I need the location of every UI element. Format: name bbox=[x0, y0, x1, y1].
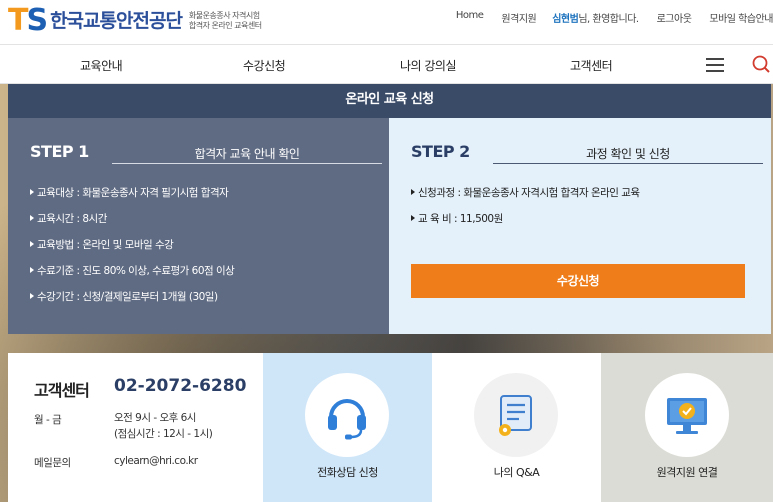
nav-item-enroll[interactable]: 수강신청 bbox=[243, 57, 286, 74]
document-icon bbox=[499, 395, 532, 436]
apply-title-bar: 온라인 교육 신청 bbox=[8, 84, 771, 118]
phone-consult-circle bbox=[305, 373, 389, 457]
monitor-check-icon bbox=[667, 398, 707, 434]
user-greeting: 심현범님, 환영합니다. bbox=[552, 10, 639, 25]
logo-org-name: 한국교통안전공단 bbox=[50, 10, 183, 32]
list-item: 수료기준 : 진도 80% 이상, 수료평가 60점 이상 bbox=[30, 258, 235, 284]
customer-phone: 02-2072-6280 bbox=[114, 376, 247, 396]
list-item: 신청과정 : 화물운송종사 자격시험 합격자 온라인 교육 bbox=[411, 180, 640, 206]
hamburger-icon[interactable] bbox=[706, 58, 724, 72]
search-icon[interactable] bbox=[752, 55, 770, 73]
my-qna-label: 나의 Q&A bbox=[493, 466, 540, 479]
phone-consult-label: 전화상담 신청 bbox=[317, 466, 378, 479]
email-label: 메일문의 bbox=[34, 457, 71, 469]
list-item: 교육시간 : 8시간 bbox=[30, 206, 234, 232]
list-item: 교 육 비 : 11,500원 bbox=[411, 206, 640, 232]
step1-info-list: 교육대상 : 화물운송종사 자격 필기시험 합격자 교육시간 : 8시간 교육방… bbox=[30, 180, 235, 310]
step1-title: 합격자 교육 안내 확인 bbox=[194, 147, 300, 161]
customer-center-title: 고객센터 bbox=[34, 381, 90, 400]
list-item: 수강기간 : 신청/결제일로부터 1개월 (30일) bbox=[30, 284, 234, 310]
step1-header: STEP 1 합격자 교육 안내 확인 bbox=[30, 142, 382, 164]
main-nav: 교육안내 수강신청 나의 강의실 고객센터 bbox=[0, 44, 773, 84]
remote-support-label: 원격지원 연결 bbox=[656, 466, 718, 479]
utility-links: Home 원격지원 심현범님, 환영합니다. 로그아웃 모바일 학습안내 bbox=[438, 10, 773, 25]
list-item: 교육대상 : 화물운송종사 자격 필기시험 합격자 bbox=[30, 180, 234, 206]
remote-support-circle bbox=[645, 373, 729, 457]
triangle-bullet-icon bbox=[30, 293, 34, 299]
remote-support-card[interactable]: 원격지원 연결 bbox=[601, 353, 773, 502]
mobile-guide-link[interactable]: 모바일 학습안내 bbox=[709, 10, 773, 25]
phone-consult-card[interactable]: 전화상담 신청 bbox=[263, 353, 432, 502]
my-qna-card[interactable]: 나의 Q&A bbox=[432, 353, 601, 502]
logo-ts-mark: TS bbox=[8, 3, 48, 38]
nav-item-edu-guide[interactable]: 교육안내 bbox=[80, 57, 123, 74]
step2-info-list: 신청과정 : 화물운송종사 자격시험 합격자 온라인 교육 교 육 비 : 11… bbox=[411, 180, 640, 232]
step1-number: STEP 1 bbox=[30, 142, 89, 161]
logo-subtitle: 화물운송종사 자격시험 합격자 온라인 교육센터 bbox=[188, 11, 262, 30]
step2-divider bbox=[493, 163, 763, 164]
triangle-bullet-icon bbox=[411, 189, 415, 195]
hours-label: 월 - 금 bbox=[34, 414, 62, 426]
top-header: TS 한국교통안전공단 화물운송종사 자격시험 합격자 온라인 교육센터 Hom… bbox=[0, 0, 773, 44]
headset-icon bbox=[328, 399, 366, 440]
my-qna-circle bbox=[474, 373, 558, 457]
step2-panel: STEP 2 과정 확인 및 신청 신청과정 : 화물운송종사 자격시험 합격자… bbox=[389, 118, 771, 334]
user-name: 심현범 bbox=[552, 14, 579, 25]
triangle-bullet-icon bbox=[30, 267, 34, 273]
step2-number: STEP 2 bbox=[411, 142, 470, 161]
customer-center-box: 고객센터 02-2072-6280 월 - 금 오전 9시 - 오후 6시 (점… bbox=[8, 353, 263, 502]
hours-value: 오전 9시 - 오후 6시 (점심시간 : 12시 - 1시) bbox=[114, 412, 213, 440]
logout-link[interactable]: 로그아웃 bbox=[657, 10, 692, 25]
remote-support-link[interactable]: 원격지원 bbox=[501, 10, 536, 25]
step1-divider bbox=[112, 163, 382, 164]
step2-title: 과정 확인 및 신청 bbox=[586, 147, 670, 161]
enroll-button[interactable]: 수강신청 bbox=[411, 264, 745, 298]
greeting-text: 님, 환영합니다. bbox=[578, 14, 639, 25]
nav-item-my-classroom[interactable]: 나의 강의실 bbox=[400, 57, 457, 74]
home-link[interactable]: Home bbox=[456, 10, 484, 25]
site-logo[interactable]: TS 한국교통안전공단 화물운송종사 자격시험 합격자 온라인 교육센터 bbox=[8, 6, 262, 36]
list-item: 교육방법 : 온라인 및 모바일 수강 bbox=[30, 232, 234, 258]
triangle-bullet-icon bbox=[30, 241, 34, 247]
step1-panel: STEP 1 합격자 교육 안내 확인 교육대상 : 화물운송종사 자격 필기시… bbox=[8, 118, 389, 334]
triangle-bullet-icon bbox=[411, 215, 415, 221]
triangle-bullet-icon bbox=[30, 189, 34, 195]
email-value: cylearn@hri.co.kr bbox=[114, 455, 198, 467]
step2-header: STEP 2 과정 확인 및 신청 bbox=[411, 142, 763, 164]
nav-item-customer-center[interactable]: 고객센터 bbox=[570, 57, 613, 74]
triangle-bullet-icon bbox=[30, 215, 34, 221]
